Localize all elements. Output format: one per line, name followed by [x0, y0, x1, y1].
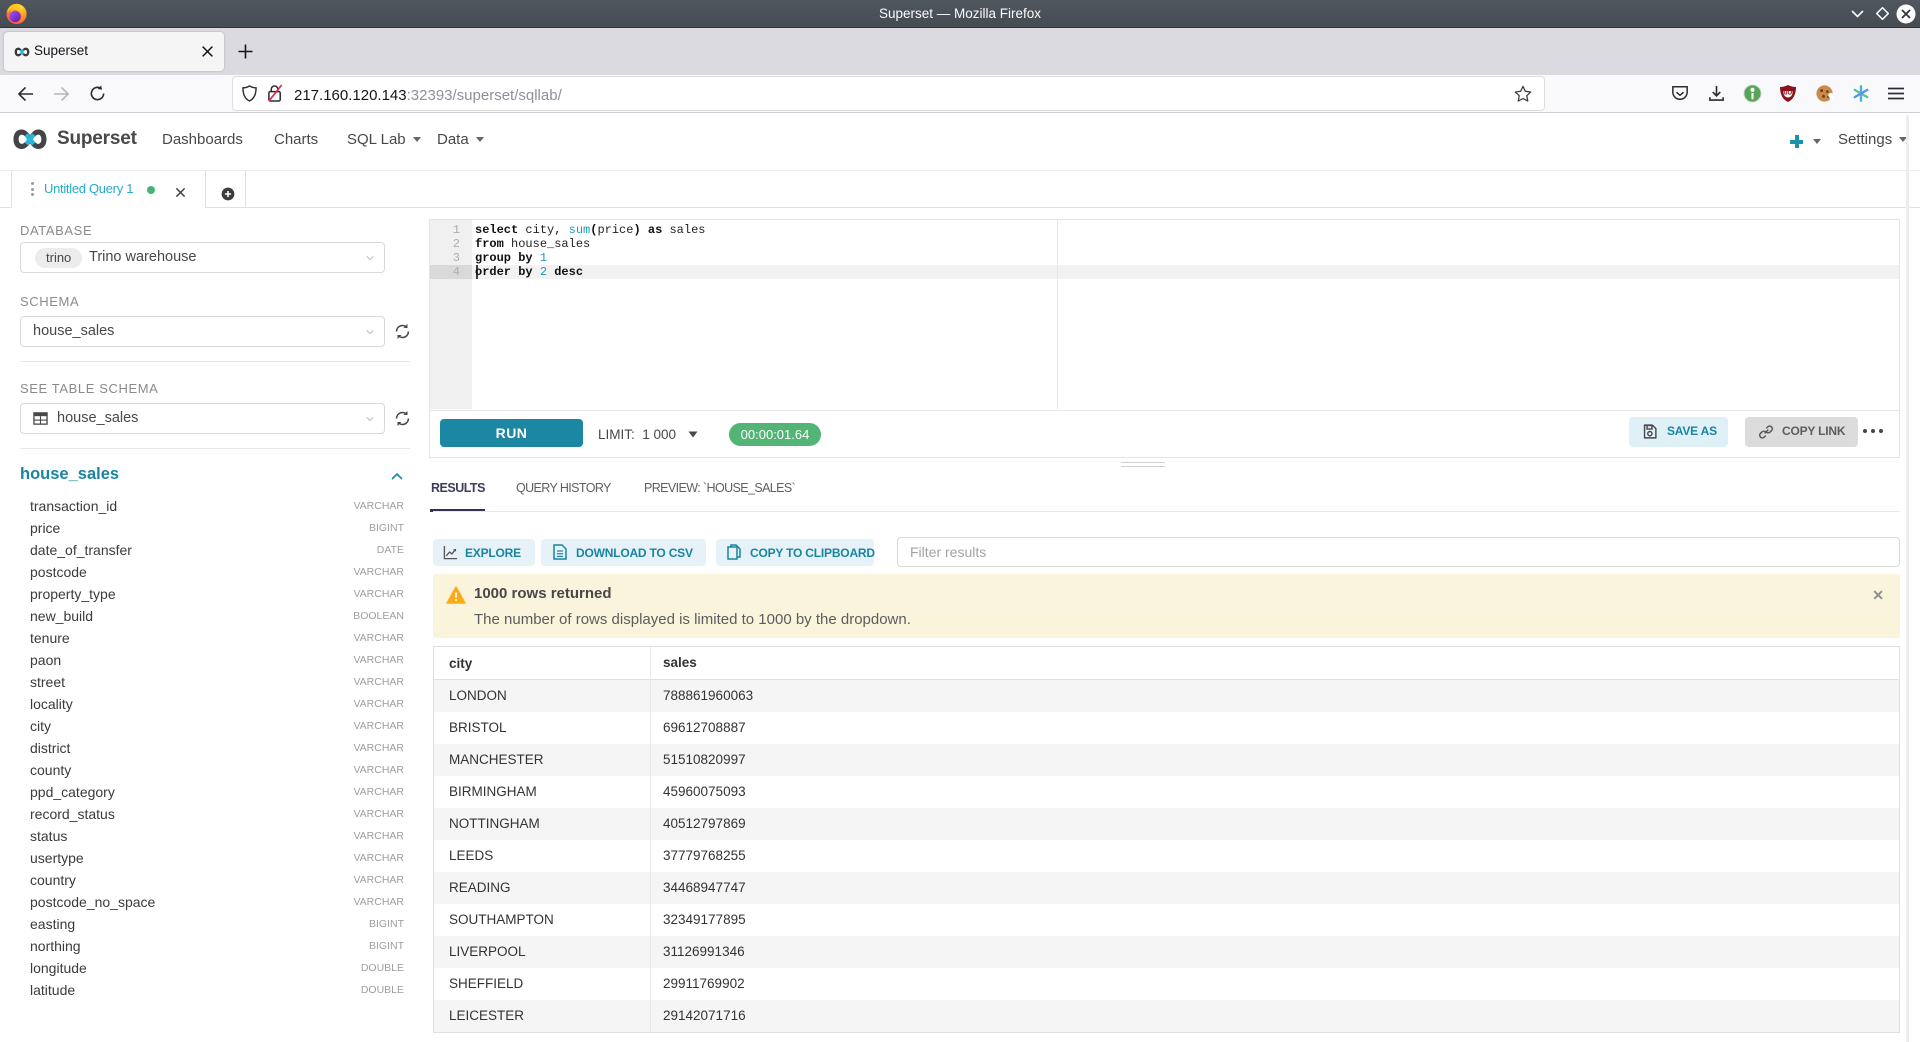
svg-text:uO: uO: [1784, 91, 1793, 97]
